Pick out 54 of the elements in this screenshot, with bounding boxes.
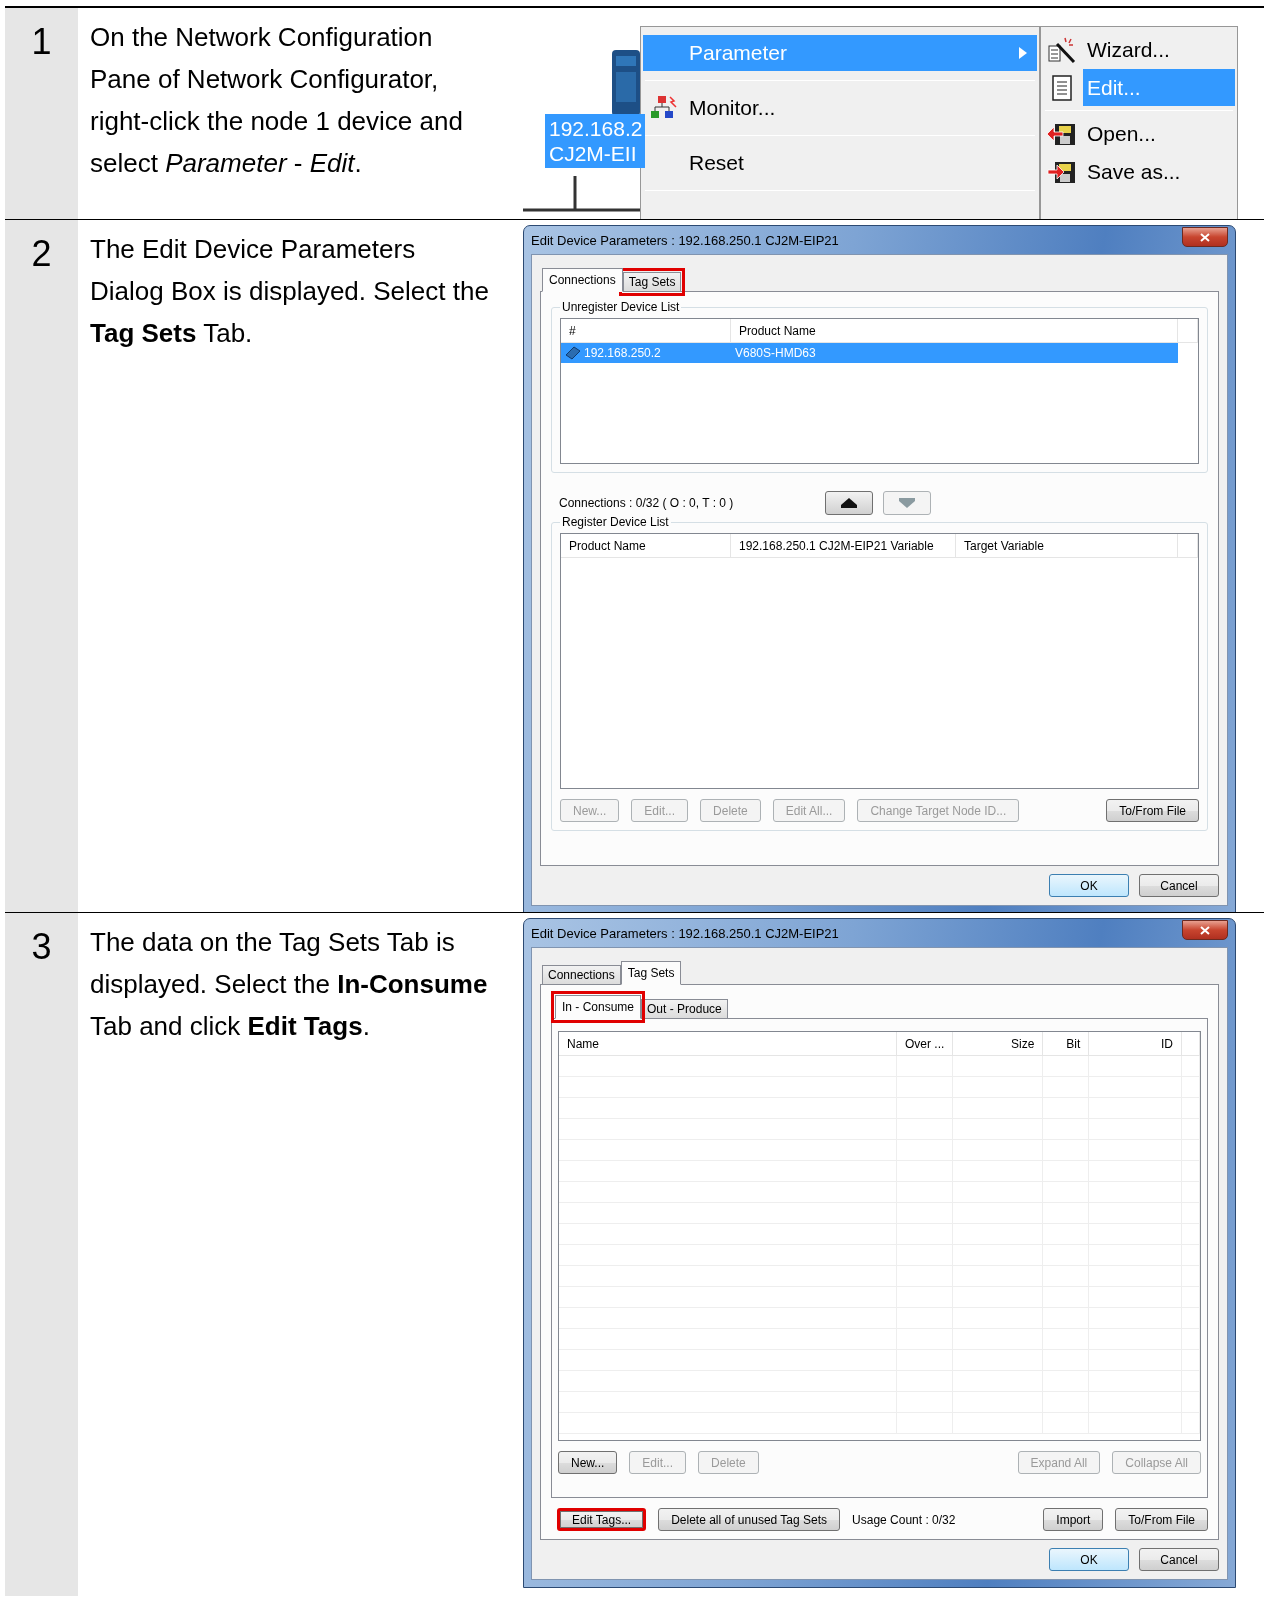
column-header[interactable]: Name <box>559 1032 897 1056</box>
close-button[interactable] <box>1182 920 1228 940</box>
column-header[interactable]: # <box>561 319 731 342</box>
tab[interactable]: Out - Produce <box>641 999 728 1020</box>
column-header[interactable]: 192.168.250.1 CJ2M-EIP21 Variable <box>731 534 956 557</box>
dialog-button[interactable]: To/From File <box>1115 1508 1208 1531</box>
table-cell: 192.168.250.2 <box>584 346 661 360</box>
step-number: 3 <box>31 925 52 969</box>
table-cell: V680S-HMD63 <box>735 346 816 360</box>
window-title: Edit Device Parameters : 192.168.250.1 CJ2M-EIP21 <box>531 925 839 941</box>
dialog-button[interactable]: Cancel <box>1139 874 1219 897</box>
column-header[interactable]: Over ... <box>897 1032 954 1056</box>
device-chip-icon <box>565 346 581 360</box>
column-header[interactable]: ID <box>1089 1032 1182 1056</box>
dialog-button[interactable]: Cancel <box>1139 1548 1219 1571</box>
dialog-button[interactable]: OK <box>1049 874 1129 897</box>
usage-count: Usage Count : 0/32 <box>852 1512 956 1527</box>
step-number: 2 <box>31 232 52 276</box>
window-title: Edit Device Parameters : 192.168.250.1 CJ2M-EIP21 <box>531 232 839 248</box>
dialog-button[interactable]: Import <box>1043 1508 1104 1531</box>
close-button[interactable] <box>1182 227 1228 247</box>
submenu-item[interactable]: Open... <box>1043 115 1235 152</box>
unregister-button[interactable] <box>883 491 931 515</box>
tab[interactable]: Tag Sets <box>620 961 682 985</box>
close-icon <box>1200 925 1210 935</box>
dialog-button[interactable]: New... <box>558 1451 618 1475</box>
step-instruction: The data on the Tag Sets Tab is displayed. Select the In-Consume Tab and click Edit Tags. <box>90 926 489 1043</box>
column-header[interactable]: Target Variable <box>956 534 1178 557</box>
connections-count: Connections : 0/32 ( O : 0, T : 0 ) <box>559 496 735 510</box>
magic-wand-icon <box>1047 35 1077 64</box>
submenu-arrow-icon <box>1019 47 1027 59</box>
dialog-button[interactable]: To/From File <box>1106 799 1199 822</box>
step-number: 1 <box>31 20 52 64</box>
document-icon <box>1050 73 1074 102</box>
register-button[interactable] <box>825 491 873 515</box>
group-label: Register Device List <box>561 515 670 529</box>
dialog-button[interactable]: Edit Tags... <box>557 1508 647 1531</box>
dialog-button[interactable]: OK <box>1049 1548 1129 1571</box>
tab[interactable]: Connections <box>542 268 623 292</box>
column-header[interactable]: Product Name <box>731 319 1178 342</box>
network-nodes-icon <box>650 95 678 121</box>
tab[interactable]: Connections <box>542 965 621 985</box>
step-instruction: The Edit Device Parameters Dialog Box is displayed. Select the Tag Sets Tab. <box>90 233 490 350</box>
column-header[interactable]: Product Name <box>561 534 731 557</box>
dialog-button[interactable]: Delete all of unused Tag Sets <box>658 1508 841 1531</box>
group-label: Unregister Device List <box>561 300 681 314</box>
submenu-item[interactable]: Wizard... <box>1043 31 1235 68</box>
menu-item[interactable]: Reset <box>643 145 1037 181</box>
step-instruction: On the Network Configuration Pane of Network Configurator, right-click the node 1 device and select Parameter - Edit. <box>90 21 464 180</box>
column-header[interactable]: Size <box>953 1032 1044 1056</box>
submenu-item[interactable]: Save as... <box>1043 153 1235 190</box>
close-icon <box>1200 232 1210 242</box>
column-header[interactable]: Bit <box>1043 1032 1090 1056</box>
menu-item[interactable]: Monitor... <box>643 90 1037 126</box>
